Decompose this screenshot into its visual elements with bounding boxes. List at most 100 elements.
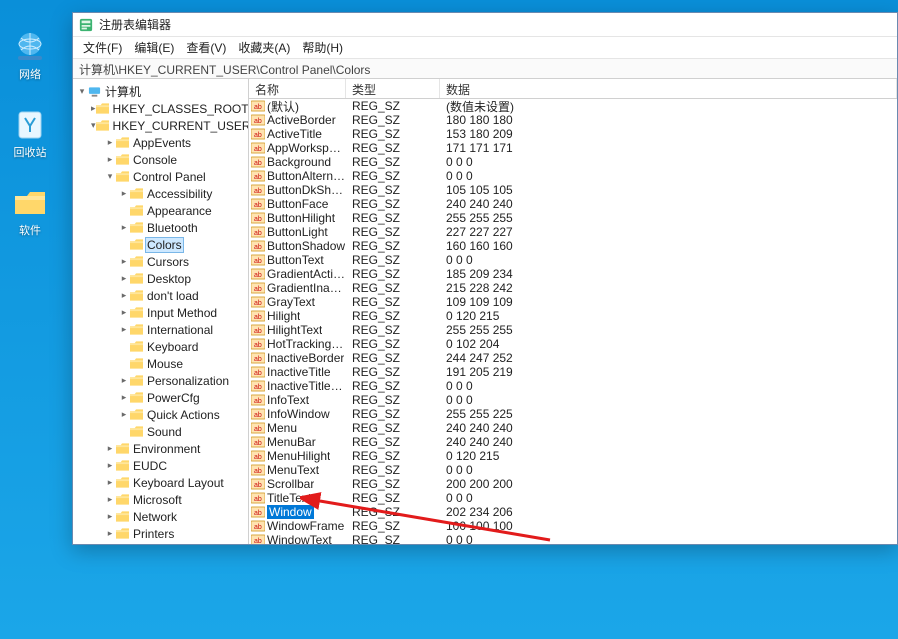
tree-item[interactable]: ▸Input Method xyxy=(73,304,248,321)
tree-caret-icon[interactable]: ▸ xyxy=(105,528,115,539)
registry-value-row[interactable]: abMenuHilightREG_SZ0 120 215 xyxy=(249,449,897,463)
menu-item[interactable]: 收藏夹(A) xyxy=(232,39,296,56)
tree-item[interactable]: ▾HKEY_CURRENT_USER xyxy=(73,117,248,134)
tree-item[interactable]: ▸AppEvents xyxy=(73,134,248,151)
tree-caret-icon[interactable]: ▾ xyxy=(105,171,115,182)
tree-caret-icon[interactable]: ▸ xyxy=(119,392,129,403)
tree-caret-icon[interactable]: ▸ xyxy=(119,290,129,301)
tree-caret-icon[interactable]: ▸ xyxy=(119,409,129,420)
tree-caret-icon[interactable]: ▸ xyxy=(119,188,129,199)
registry-value-row[interactable]: abButtonHilightREG_SZ255 255 255 xyxy=(249,211,897,225)
registry-value-row[interactable]: abInactiveBorderREG_SZ244 247 252 xyxy=(249,351,897,365)
tree-item[interactable]: ▸don't load xyxy=(73,287,248,304)
registry-value-row[interactable]: abHotTrackingCol...REG_SZ0 102 204 xyxy=(249,337,897,351)
value-name: (默认) xyxy=(267,98,299,115)
tree-item[interactable]: Mouse xyxy=(73,355,248,372)
registry-value-row[interactable]: abMenuTextREG_SZ0 0 0 xyxy=(249,463,897,477)
tree-item[interactable]: ▾计算机 xyxy=(73,83,248,100)
registry-value-row[interactable]: abAppWorkspaceREG_SZ171 171 171 xyxy=(249,141,897,155)
registry-value-row[interactable]: abInactiveTitleTextREG_SZ0 0 0 xyxy=(249,379,897,393)
registry-value-row[interactable]: abTitleTextREG_SZ0 0 0 xyxy=(249,491,897,505)
value-name: WindowFrame xyxy=(267,519,344,533)
tree-item[interactable]: ▸HKEY_CLASSES_ROOT xyxy=(73,100,248,117)
registry-value-row[interactable]: abButtonDkShad...REG_SZ105 105 105 xyxy=(249,183,897,197)
tree-item[interactable]: ▾Control Panel xyxy=(73,168,248,185)
menu-item[interactable]: 帮助(H) xyxy=(296,39,349,56)
registry-value-row[interactable]: abInactiveTitleREG_SZ191 205 219 xyxy=(249,365,897,379)
menu-item[interactable]: 文件(F) xyxy=(77,39,128,56)
registry-value-row[interactable]: abButtonTextREG_SZ0 0 0 xyxy=(249,253,897,267)
tree-caret-icon[interactable]: ▸ xyxy=(105,511,115,522)
list-view[interactable]: 名称 类型 数据 ab(默认)REG_SZ(数值未设置)abActiveBord… xyxy=(249,79,897,544)
tree-item[interactable]: ▸International xyxy=(73,321,248,338)
tree-caret-icon[interactable]: ▸ xyxy=(119,375,129,386)
registry-value-row[interactable]: abActiveBorderREG_SZ180 180 180 xyxy=(249,113,897,127)
tree-item[interactable]: Colors xyxy=(73,236,248,253)
menu-item[interactable]: 编辑(E) xyxy=(128,39,180,56)
tree-item[interactable]: ▸Cursors xyxy=(73,253,248,270)
tree-caret-icon[interactable]: ▸ xyxy=(119,273,129,284)
tree-caret-icon[interactable]: ▸ xyxy=(105,443,115,454)
registry-value-row[interactable]: ab(默认)REG_SZ(数值未设置) xyxy=(249,99,897,113)
tree-caret-icon[interactable]: ▸ xyxy=(119,222,129,233)
menu-item[interactable]: 查看(V) xyxy=(180,39,232,56)
registry-value-row[interactable]: abGradientInactiv...REG_SZ215 228 242 xyxy=(249,281,897,295)
registry-value-row[interactable]: abButtonShadowREG_SZ160 160 160 xyxy=(249,239,897,253)
tree-item[interactable]: Keyboard xyxy=(73,338,248,355)
registry-value-row[interactable]: abActiveTitleREG_SZ153 180 209 xyxy=(249,127,897,141)
tree-item[interactable]: ▸Microsoft xyxy=(73,491,248,508)
registry-value-row[interactable]: abWindowTextREG_SZ0 0 0 xyxy=(249,533,897,544)
registry-value-row[interactable]: abGrayTextREG_SZ109 109 109 xyxy=(249,295,897,309)
tree-item[interactable]: ▸EUDC xyxy=(73,457,248,474)
tree-view[interactable]: ▾计算机▸HKEY_CLASSES_ROOT▾HKEY_CURRENT_USER… xyxy=(73,79,249,544)
tree-item[interactable]: ▸SOFTWARE xyxy=(73,542,248,544)
tree-caret-icon[interactable]: ▸ xyxy=(119,324,129,335)
tree-caret-icon[interactable]: ▾ xyxy=(77,86,87,97)
registry-value-row[interactable]: abWindowREG_SZ202 234 206 xyxy=(249,505,897,519)
registry-value-row[interactable]: abInfoWindowREG_SZ255 255 225 xyxy=(249,407,897,421)
tree-item[interactable]: ▸Quick Actions xyxy=(73,406,248,423)
registry-value-row[interactable]: abWindowFrameREG_SZ100 100 100 xyxy=(249,519,897,533)
col-data[interactable]: 数据 xyxy=(440,79,897,98)
registry-value-row[interactable]: abMenuBarREG_SZ240 240 240 xyxy=(249,435,897,449)
registry-value-row[interactable]: abHilightREG_SZ0 120 215 xyxy=(249,309,897,323)
registry-value-row[interactable]: abMenuREG_SZ240 240 240 xyxy=(249,421,897,435)
tree-item[interactable]: ▸Bluetooth xyxy=(73,219,248,236)
registry-value-row[interactable]: abGradientActiveT...REG_SZ185 209 234 xyxy=(249,267,897,281)
address-bar[interactable]: 计算机\HKEY_CURRENT_USER\Control Panel\Colo… xyxy=(73,59,897,79)
tree-caret-icon[interactable]: ▸ xyxy=(119,307,129,318)
string-value-icon: ab xyxy=(251,352,265,364)
tree-caret-icon[interactable]: ▸ xyxy=(105,137,115,148)
registry-value-row[interactable]: abButtonFaceREG_SZ240 240 240 xyxy=(249,197,897,211)
registry-value-row[interactable]: abButtonLightREG_SZ227 227 227 xyxy=(249,225,897,239)
tree-item[interactable]: ▸Keyboard Layout xyxy=(73,474,248,491)
tree-item[interactable]: ▸Printers xyxy=(73,525,248,542)
registry-value-row[interactable]: abHilightTextREG_SZ255 255 255 xyxy=(249,323,897,337)
tree-caret-icon[interactable]: ▸ xyxy=(105,154,115,165)
desktop-icon-network[interactable]: 网络 xyxy=(6,28,54,82)
tree-item[interactable]: ▸Console xyxy=(73,151,248,168)
tree-item[interactable]: Sound xyxy=(73,423,248,440)
tree-item[interactable]: ▸Personalization xyxy=(73,372,248,389)
tree-caret-icon[interactable]: ▸ xyxy=(105,460,115,471)
desktop-icon-recycle[interactable]: 回收站 xyxy=(6,106,54,160)
registry-value-row[interactable]: abBackgroundREG_SZ0 0 0 xyxy=(249,155,897,169)
tree-caret-icon[interactable]: ▸ xyxy=(105,477,115,488)
tree-item[interactable]: ▸Network xyxy=(73,508,248,525)
col-name[interactable]: 名称 xyxy=(249,79,346,98)
tree-caret-icon[interactable]: ▸ xyxy=(105,494,115,505)
registry-value-row[interactable]: abButtonAlternat..REG_SZ0 0 0 xyxy=(249,169,897,183)
tree-item[interactable]: ▸PowerCfg xyxy=(73,389,248,406)
list-header[interactable]: 名称 类型 数据 xyxy=(249,79,897,99)
tree-item[interactable]: Appearance xyxy=(73,202,248,219)
registry-value-row[interactable]: abScrollbarREG_SZ200 200 200 xyxy=(249,477,897,491)
desktop-icon-software[interactable]: 软件 xyxy=(6,184,54,238)
titlebar[interactable]: 注册表编辑器 xyxy=(73,13,897,37)
tree-caret-icon[interactable]: ▸ xyxy=(119,256,129,267)
folder-icon xyxy=(129,324,143,336)
tree-item[interactable]: ▸Accessibility xyxy=(73,185,248,202)
tree-item[interactable]: ▸Desktop xyxy=(73,270,248,287)
registry-value-row[interactable]: abInfoTextREG_SZ0 0 0 xyxy=(249,393,897,407)
col-type[interactable]: 类型 xyxy=(346,79,440,98)
tree-item[interactable]: ▸Environment xyxy=(73,440,248,457)
